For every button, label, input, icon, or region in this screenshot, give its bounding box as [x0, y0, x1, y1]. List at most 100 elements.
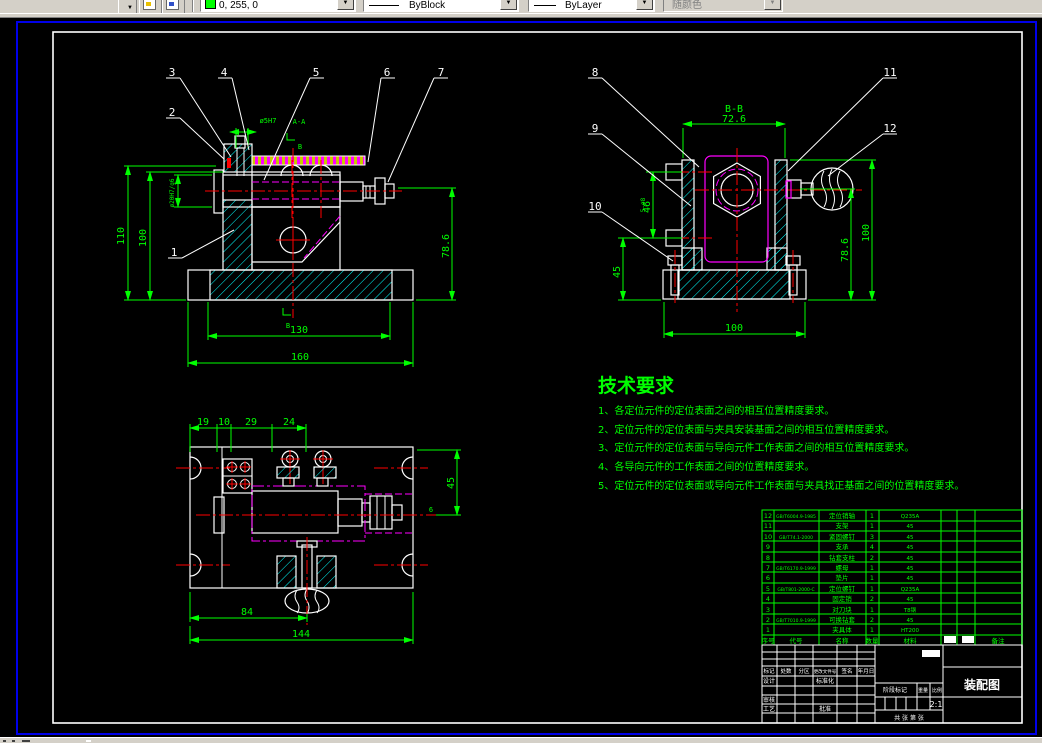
balloon-number: 6: [384, 66, 391, 79]
status-mark: [12, 740, 15, 742]
bom-cell: 钻套支柱: [829, 553, 856, 562]
status-mark: [86, 740, 91, 742]
bom-cell: 7: [766, 564, 770, 572]
title-block-label: 批准: [819, 705, 831, 713]
balloon-number: 5: [313, 66, 320, 79]
dim-label: 5-ø8: [640, 197, 647, 212]
bom-cell: 1: [870, 606, 874, 614]
bom-cell: 紧固螺钉: [829, 532, 856, 541]
dim-label: 29: [245, 417, 257, 428]
front-view: 110 100 ø20H7/g6 ø5H7 A-A B B 78.6 130 1…: [116, 66, 456, 367]
bom-table: 12 GB/T6004.9-1985 定位销轴 1 Q235A 11 支架 1 …: [761, 509, 1023, 646]
bom-cell: 45: [907, 597, 914, 603]
bom-cell: 8: [766, 554, 770, 562]
bom-cell: GB/T6170.9-1999: [776, 566, 816, 572]
title-block-label: 标记: [763, 667, 775, 675]
bom-cell: 45: [907, 545, 914, 551]
drawing-scale: 2:1: [930, 700, 943, 709]
chevron-down-icon: ▼: [764, 0, 781, 10]
make-object-layer-current-button[interactable]: [139, 0, 162, 13]
balloon-number: 10: [588, 200, 601, 213]
plotstyle-combobox: 随颜色 ▼: [663, 0, 783, 12]
layer-dropdown-arrow[interactable]: ▼: [118, 0, 137, 13]
dim-label: 100: [861, 224, 872, 242]
bom-cell: 1: [870, 522, 874, 530]
bom-cell: 2: [870, 616, 874, 624]
dim-label: 78.6: [840, 238, 851, 262]
toolbar-separator: [192, 0, 194, 12]
section-mark: B: [298, 143, 302, 151]
bom-cell: 45: [907, 535, 914, 541]
chevron-down-icon[interactable]: ▼: [500, 0, 517, 10]
balloon-number: 3: [169, 66, 176, 79]
dim-label: 130: [290, 325, 308, 336]
dim-label: 45: [612, 266, 623, 278]
bom-header: 材料: [904, 636, 918, 645]
layer-color-icon: [146, 2, 151, 6]
bom-cell: Q235A: [901, 587, 920, 593]
dim-label: ø20H7/g6: [169, 178, 176, 207]
bom-cell: 5: [766, 585, 770, 593]
sheet-count: 共 张 第 张: [894, 714, 924, 722]
bom-cell: 定位螺钉: [829, 584, 856, 593]
chevron-down-icon[interactable]: ▼: [636, 0, 653, 10]
bom-cell: 2: [870, 595, 874, 603]
balloon-number: 11: [883, 66, 896, 79]
bom-cell: 10: [764, 533, 772, 541]
drawing-canvas[interactable]: 110 100 ø20H7/g6 ø5H7 A-A B B 78.6 130 1…: [0, 0, 1042, 743]
color-combobox[interactable]: 0, 255, 0 ▼: [200, 0, 356, 12]
status-mark: [22, 740, 30, 742]
bom-cell: 1: [766, 626, 770, 634]
lineweight-value: ByLayer: [565, 0, 602, 11]
title-block-label: 标准化: [816, 677, 834, 685]
layer-previous-button[interactable]: [162, 0, 185, 13]
tech-requirement-item: 2、定位元件的定位表面与夹具安装基面之间的相互位置精度要求。: [598, 423, 894, 436]
section-label: A-A: [293, 118, 306, 126]
bom-cell: 12: [764, 512, 772, 520]
lineweight-combobox[interactable]: ByLayer ▼: [528, 0, 655, 12]
bom-cell: 4: [870, 543, 874, 551]
bom-weight-cell: [944, 636, 956, 643]
bom-cell: GB/T7010.9-1999: [776, 618, 816, 624]
balloon-number: 9: [592, 122, 599, 135]
bom-cell: 3: [870, 533, 874, 541]
dim-label: 19: [197, 417, 209, 428]
bom-cell: 1: [870, 564, 874, 572]
linetype-value: ByBlock: [409, 0, 446, 11]
bom-cell: 可换钻套: [829, 615, 856, 624]
dim-label: 144: [292, 629, 310, 640]
bom-cell: 固定销: [832, 594, 852, 603]
bom-cell: 6: [766, 574, 770, 582]
tech-requirement-item: 3、定位元件的定位表面与导向元件工作表面之间的相互位置精度要求。: [598, 441, 914, 454]
dim-label: 6: [429, 506, 433, 514]
title-block-label: 更改文件号: [814, 668, 837, 675]
bom-cell: 1: [870, 585, 874, 593]
chevron-down-icon[interactable]: ▼: [337, 0, 354, 10]
bom-header: 名称: [836, 636, 850, 645]
dim-label: ø5H7: [260, 117, 277, 125]
title-block-mark-cell: [922, 650, 940, 657]
title-block-label: 审核: [763, 696, 775, 704]
dim-label: 24: [283, 417, 295, 428]
status-mark: [3, 740, 6, 742]
title-block-label: 年月日: [858, 667, 875, 675]
bom-cell: 45: [907, 556, 914, 562]
layer-arrow-icon: [169, 2, 174, 6]
linetype-combobox[interactable]: ByBlock ▼: [363, 0, 519, 12]
tech-requirement-item: 1、各定位元件的定位表面之间的相互位置精度要求。: [598, 404, 834, 417]
technical-requirements: 技术要求 1、各定位元件的定位表面之间的相互位置精度要求。 2、定位元件的定位表…: [598, 374, 964, 492]
side-view: B-B 72.6 100 78.6 46 45 5-ø8 100 8 11 9: [588, 66, 897, 338]
side-view-dimensions: B-B 72.6 100 78.6 46 45 5-ø8 100: [612, 104, 876, 338]
bom-cell: 1: [870, 512, 874, 520]
balloon-number: 12: [883, 122, 896, 135]
bom-cell: 垫片: [836, 573, 849, 582]
bom-cell: 支承: [836, 542, 850, 551]
bom-cell: T8钢: [903, 606, 917, 614]
toolbar-edge: [0, 13, 1042, 18]
bom-cell: 对刀块: [832, 605, 852, 614]
bom-cell: 螺母: [836, 563, 850, 572]
properties-toolbar: ▼ 0, 255, 0 ▼ ByBlock ▼ ByLayer ▼ 随颜色 ▼: [0, 0, 1042, 13]
bom-cell: 支架: [836, 521, 850, 530]
color-value: 0, 255, 0: [219, 0, 258, 11]
title-block-label: 设计: [763, 677, 775, 685]
